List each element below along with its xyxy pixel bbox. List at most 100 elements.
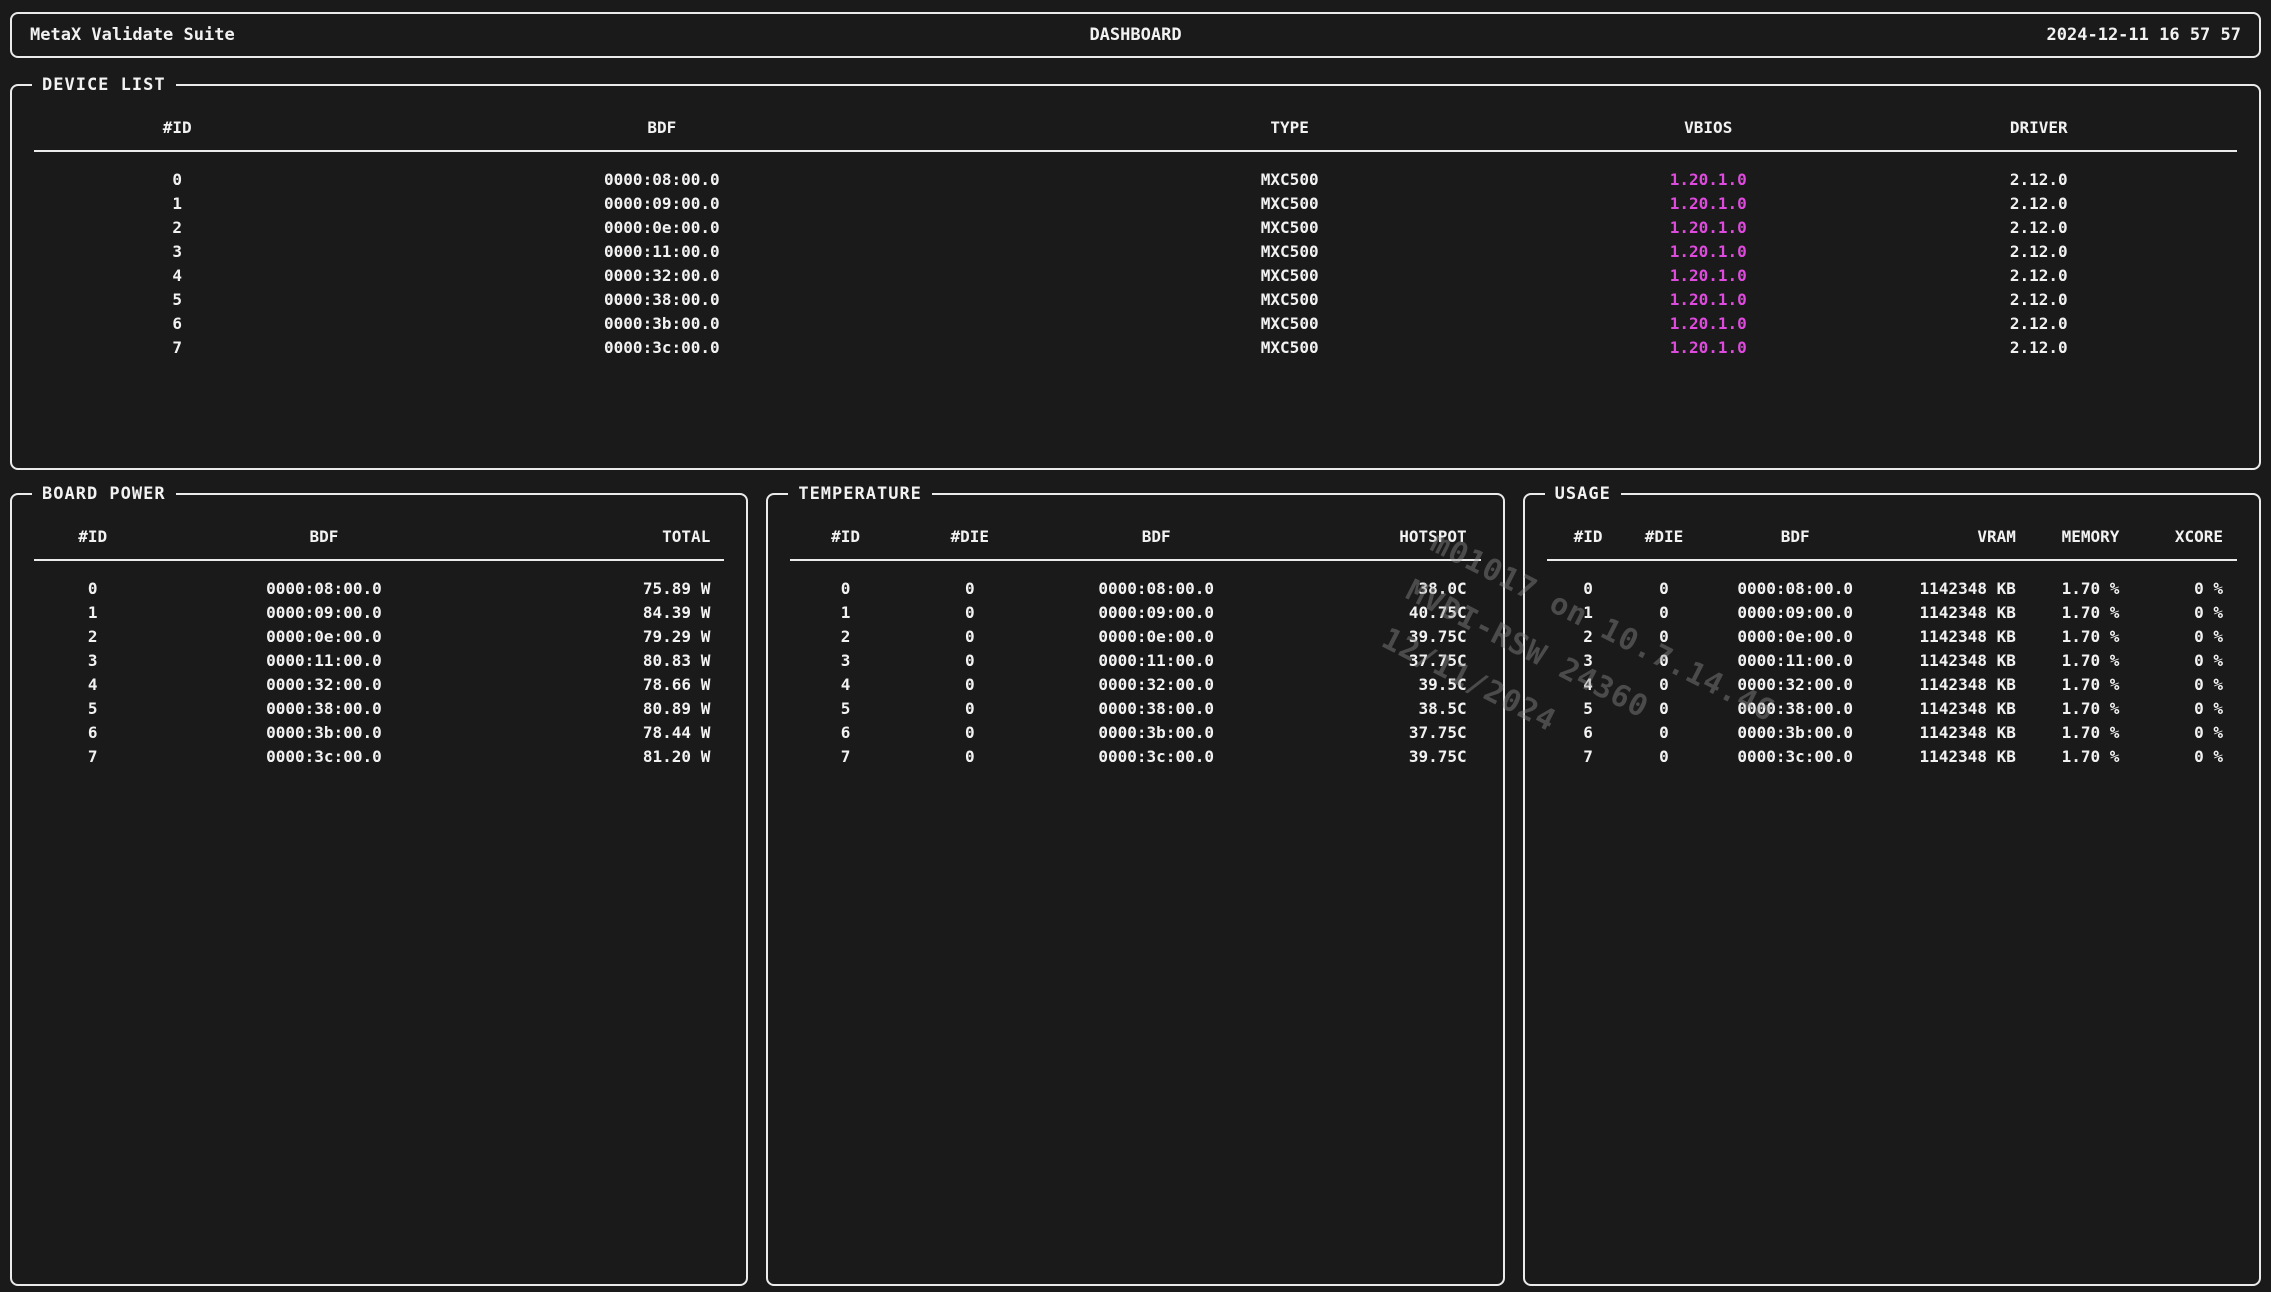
cell: 0 — [1629, 560, 1698, 601]
cell: 0 % — [2133, 601, 2237, 625]
table-row: 000000:08:00.038.0C — [790, 560, 1480, 601]
cell: 0 % — [2133, 697, 2237, 721]
cell: 3 — [34, 649, 151, 673]
cell: 1.20.1.0 — [1576, 264, 1840, 288]
table-row: 600000:3b:00.037.75C — [790, 721, 1480, 745]
cell: 0 — [901, 673, 1039, 697]
cell: 1.20.1.0 — [1576, 288, 1840, 312]
table-row: 300000:11:00.01142348 KB1.70 %0 % — [1547, 649, 2237, 673]
cell: 2 — [790, 625, 900, 649]
cell: 5 — [790, 697, 900, 721]
cell: 2.12.0 — [1840, 151, 2237, 192]
table-row: 70000:3c:00.0MXC5001.20.1.02.12.0 — [34, 336, 2237, 360]
cell: 0 — [901, 625, 1039, 649]
cell: MXC500 — [1003, 288, 1576, 312]
cell: 0 — [901, 560, 1039, 601]
cell: 1 — [790, 601, 900, 625]
panel-title-device-list: DEVICE LIST — [32, 74, 176, 96]
cell: 0000:11:00.0 — [320, 240, 1003, 264]
cell: 0 — [34, 560, 151, 601]
cell: 7 — [790, 745, 900, 769]
cell: 0000:3c:00.0 — [1039, 745, 1274, 769]
panel-usage: USAGE #ID#DIEBDFVRAMMEMORYXCORE000000:08… — [1523, 493, 2261, 1286]
cell: MXC500 — [1003, 312, 1576, 336]
cell: 80.83 W — [497, 649, 725, 673]
table-row: 50000:38:00.0MXC5001.20.1.02.12.0 — [34, 288, 2237, 312]
cell: 1 — [34, 192, 320, 216]
table-row: 10000:09:00.0MXC5001.20.1.02.12.0 — [34, 192, 2237, 216]
table-row: 20000:0e:00.079.29 W — [34, 625, 724, 649]
cell: 1.70 % — [2030, 673, 2134, 697]
cell: MXC500 — [1003, 151, 1576, 192]
cell: 0000:11:00.0 — [1699, 649, 1892, 673]
table-row: 200000:0e:00.01142348 KB1.70 %0 % — [1547, 625, 2237, 649]
cell: 0000:08:00.0 — [320, 151, 1003, 192]
cell: 2 — [34, 625, 151, 649]
table-row: 000000:08:00.01142348 KB1.70 %0 % — [1547, 560, 2237, 601]
cell: 2.12.0 — [1840, 216, 2237, 240]
column-header: BDF — [151, 495, 496, 560]
panel-title-usage: USAGE — [1545, 483, 1621, 505]
table-row: 300000:11:00.037.75C — [790, 649, 1480, 673]
cell: 1142348 KB — [1892, 673, 2030, 697]
column-header: BDF — [1039, 495, 1274, 560]
cell: 0000:11:00.0 — [1039, 649, 1274, 673]
column-header: TYPE — [1003, 86, 1576, 151]
cell: 1.20.1.0 — [1576, 240, 1840, 264]
cell: 0000:3b:00.0 — [151, 721, 496, 745]
cell: 3 — [790, 649, 900, 673]
cell: 5 — [1547, 697, 1630, 721]
cell: 7 — [1547, 745, 1630, 769]
cell: 0000:3b:00.0 — [1039, 721, 1274, 745]
table-row: 00000:08:00.0MXC5001.20.1.02.12.0 — [34, 151, 2237, 192]
cell: 1.20.1.0 — [1576, 151, 1840, 192]
dashboard-screen: { "colors": { "background": "#1a1a1a", "… — [0, 12, 2271, 1292]
cell: 1142348 KB — [1892, 649, 2030, 673]
cell: 39.75C — [1274, 745, 1481, 769]
cell: 0 — [901, 697, 1039, 721]
cell: 2 — [1547, 625, 1630, 649]
table-row: 10000:09:00.084.39 W — [34, 601, 724, 625]
cell: 81.20 W — [497, 745, 725, 769]
column-header: #DIE — [1629, 495, 1698, 560]
cell: 0000:32:00.0 — [1039, 673, 1274, 697]
cell: 0000:09:00.0 — [320, 192, 1003, 216]
table-row: 30000:11:00.0MXC5001.20.1.02.12.0 — [34, 240, 2237, 264]
cell: 1.20.1.0 — [1576, 336, 1840, 360]
cell: 1142348 KB — [1892, 560, 2030, 601]
table-row: 20000:0e:00.0MXC5001.20.1.02.12.0 — [34, 216, 2237, 240]
cell: 2.12.0 — [1840, 288, 2237, 312]
cell: 6 — [34, 312, 320, 336]
cell: 39.75C — [1274, 625, 1481, 649]
column-header: VRAM — [1892, 495, 2030, 560]
cell: 39.5C — [1274, 673, 1481, 697]
column-header: BDF — [320, 86, 1003, 151]
cell: 75.89 W — [497, 560, 725, 601]
table-row: 40000:32:00.078.66 W — [34, 673, 724, 697]
cell: 1142348 KB — [1892, 601, 2030, 625]
panel-device-list: DEVICE LIST #IDBDFTYPEVBIOSDRIVER00000:0… — [10, 84, 2261, 470]
cell: 0 — [790, 560, 900, 601]
cell: 0 — [1629, 601, 1698, 625]
cell: 78.66 W — [497, 673, 725, 697]
cell: 1 — [1547, 601, 1630, 625]
cell: 5 — [34, 697, 151, 721]
cell: 0000:3c:00.0 — [320, 336, 1003, 360]
cell: 5 — [34, 288, 320, 312]
cell: 1.70 % — [2030, 601, 2134, 625]
usage-table: #ID#DIEBDFVRAMMEMORYXCORE000000:08:00.01… — [1547, 495, 2237, 769]
cell: 37.75C — [1274, 649, 1481, 673]
table-row: 600000:3b:00.01142348 KB1.70 %0 % — [1547, 721, 2237, 745]
cell: 6 — [34, 721, 151, 745]
cell: 84.39 W — [497, 601, 725, 625]
cell: 2.12.0 — [1840, 336, 2237, 360]
cell: 3 — [1547, 649, 1630, 673]
cell: 0 — [901, 601, 1039, 625]
cell: 2 — [34, 216, 320, 240]
column-header: DRIVER — [1840, 86, 2237, 151]
board-power-table: #IDBDFTOTAL00000:08:00.075.89 W10000:09:… — [34, 495, 724, 769]
table-row: 60000:3b:00.078.44 W — [34, 721, 724, 745]
cell: 7 — [34, 745, 151, 769]
cell: 1142348 KB — [1892, 745, 2030, 769]
cell: 0000:08:00.0 — [1699, 560, 1892, 601]
